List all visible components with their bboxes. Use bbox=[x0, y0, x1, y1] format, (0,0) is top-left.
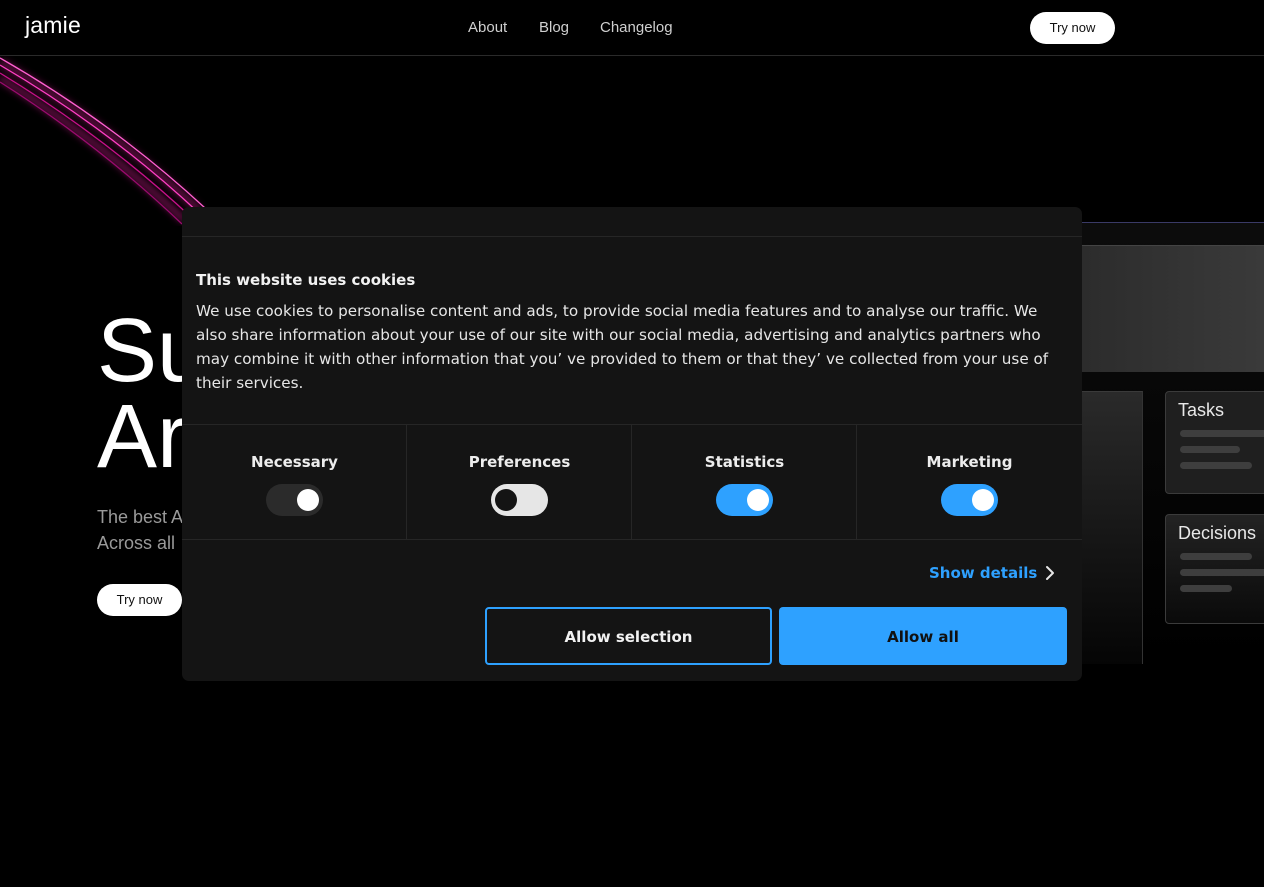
necessary-toggle bbox=[266, 484, 323, 516]
dialog-heading: This website uses cookies bbox=[196, 271, 416, 289]
preview-header-panel bbox=[1082, 245, 1264, 372]
consent-toggles: Necessary Preferences Statistics Marketi… bbox=[182, 424, 1082, 540]
toggle-knob bbox=[747, 489, 769, 511]
toggle-cell-marketing: Marketing bbox=[857, 425, 1082, 539]
toggle-label-statistics: Statistics bbox=[704, 453, 785, 471]
placeholder-line bbox=[1180, 585, 1232, 592]
toggle-label-preferences: Preferences bbox=[468, 453, 571, 471]
toggle-knob bbox=[297, 489, 319, 511]
site-header: jamie About Blog Changelog Try now bbox=[0, 0, 1264, 56]
toggle-knob bbox=[495, 489, 517, 511]
allow-all-button[interactable]: Allow all bbox=[779, 607, 1067, 665]
hero-title-line-2: Ar bbox=[97, 387, 187, 487]
cookie-consent-dialog: This website uses cookies We use cookies… bbox=[182, 207, 1082, 681]
placeholder-line bbox=[1180, 430, 1264, 437]
nav-link-about[interactable]: About bbox=[468, 19, 507, 36]
preview-card-title: Tasks bbox=[1178, 400, 1225, 420]
nav-link-blog[interactable]: Blog bbox=[539, 19, 569, 36]
preview-card-tasks: Tasks bbox=[1165, 391, 1264, 494]
toggle-cell-necessary: Necessary bbox=[182, 425, 407, 539]
preview-main-panel bbox=[1082, 391, 1143, 664]
statistics-toggle[interactable] bbox=[716, 484, 773, 516]
toggle-cell-preferences: Preferences bbox=[407, 425, 632, 539]
app-preview: Tasks Decisions bbox=[1082, 222, 1264, 664]
marketing-toggle[interactable] bbox=[941, 484, 998, 516]
placeholder-line bbox=[1180, 569, 1264, 576]
nav-link-changelog[interactable]: Changelog bbox=[600, 19, 673, 36]
show-details-link[interactable]: Show details bbox=[929, 564, 1037, 582]
hero-try-now-button[interactable]: Try now bbox=[97, 584, 182, 616]
preview-card-title: Decisions bbox=[1178, 523, 1257, 543]
toggle-cell-statistics: Statistics bbox=[632, 425, 857, 539]
preview-card-decisions: Decisions bbox=[1165, 514, 1264, 624]
placeholder-line bbox=[1180, 462, 1252, 469]
chevron-right-icon[interactable] bbox=[1044, 565, 1056, 581]
preferences-toggle[interactable] bbox=[491, 484, 548, 516]
header-try-now-button[interactable]: Try now bbox=[1030, 12, 1115, 44]
placeholder-line bbox=[1180, 553, 1252, 560]
dialog-body-text: We use cookies to personalise content an… bbox=[196, 302, 1049, 392]
dialog-divider bbox=[182, 236, 1082, 237]
allow-selection-button[interactable]: Allow selection bbox=[485, 607, 772, 665]
toggle-label-necessary: Necessary bbox=[251, 453, 338, 471]
toggle-label-marketing: Marketing bbox=[926, 453, 1013, 471]
toggle-knob bbox=[972, 489, 994, 511]
decorative-arcs bbox=[0, 57, 206, 225]
placeholder-line bbox=[1180, 446, 1240, 453]
